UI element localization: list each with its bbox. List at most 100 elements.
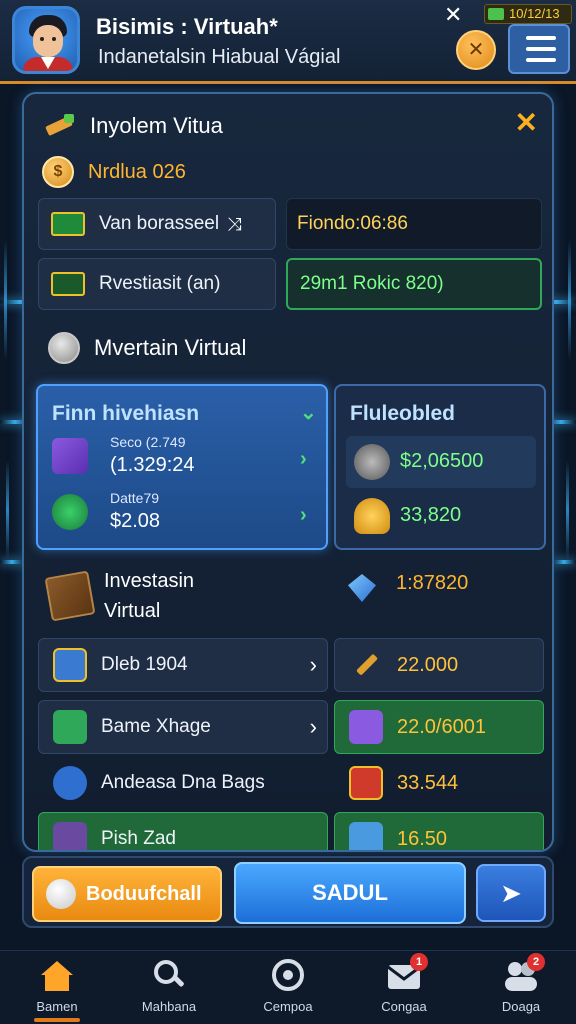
chevron-right-icon[interactable]: › [300, 448, 307, 471]
portfolio-card[interactable]: Fluleobled $2,06500 33,820 [334, 384, 546, 550]
row2-right-value: 29m1 Rokic 820) [300, 273, 444, 294]
coin-row: $ Nrdlua 026 [42, 156, 186, 188]
card-item2-label: Datte79 [110, 490, 160, 506]
chevron-right-icon: › [309, 652, 317, 677]
notification-badge: 2 [527, 953, 545, 971]
hamburger-icon [526, 36, 556, 40]
user-icon [53, 710, 87, 744]
card-item1-label: Seco (2.749 [110, 434, 186, 450]
tag-icon [349, 822, 383, 850]
row2-left-label: Rvestiasit (an) [99, 273, 221, 294]
shuffle-icon: ⤨ [227, 213, 242, 234]
portfolio-value-2: 33,820 [400, 504, 462, 526]
gift-icon [53, 822, 87, 850]
invest-header: Investasin Virtual [44, 566, 195, 626]
invest-title-line2: Virtual [104, 600, 161, 622]
header-close-icon[interactable]: ✕ [444, 2, 462, 28]
portfolio-row-2[interactable]: 33,820 [346, 490, 536, 542]
card-icon [51, 212, 85, 236]
tab-mail[interactable]: 1 Congaa [349, 953, 459, 1014]
mail-icon: 1 [384, 953, 428, 993]
notification-badge: 1 [410, 953, 428, 971]
gem-icon [348, 574, 376, 602]
list-value-box: 16.50 [334, 812, 544, 850]
coin-label: Nrdlua 026 [88, 160, 186, 183]
search-icon [149, 957, 189, 993]
bag-icon [354, 498, 390, 534]
portfolio-row-1[interactable]: $2,06500 [346, 436, 536, 488]
app-title: Bisimis : Virtuah* [96, 14, 278, 39]
secondary-action-button[interactable]: Boduufchall [32, 866, 222, 922]
tab-label: Doaga [501, 999, 541, 1014]
compass-icon [268, 957, 308, 993]
investment-card-title: Finn hivehiasn [52, 402, 200, 425]
book-icon [44, 570, 96, 622]
panel-title: Inyolem Vitua [90, 113, 223, 138]
card-item2-value: $2.08 [110, 510, 161, 532]
list-item-label: Bame Xhage [101, 716, 211, 737]
gavel-icon [53, 648, 87, 682]
list-item[interactable]: Bame Xhage › [38, 700, 328, 754]
list-item-label: Andeasa Dna Bags [101, 772, 265, 793]
list-item[interactable]: Dleb 1904 › [38, 638, 328, 692]
section-header: Mvertain Virtual [48, 332, 246, 364]
tab-compass[interactable]: Cempoa [233, 957, 343, 1014]
receipt-icon [51, 272, 85, 296]
row2-right-box: 29m1 Rokic 820) [286, 258, 542, 310]
chart-icon [349, 766, 383, 800]
chevron-right-icon: › [309, 714, 317, 739]
tab-search[interactable]: Mahbana [114, 957, 224, 1014]
portfolio-card-title: Fluleobled [350, 402, 455, 425]
chevron-right-icon[interactable]: › [300, 504, 307, 527]
row2-left-box[interactable]: Rvestiasit (an) [38, 258, 276, 310]
globe-icon [48, 332, 80, 364]
row1-right-box: Fiondo:06:86 [286, 198, 542, 250]
list-value-box: 22.000 [334, 638, 544, 692]
list-item-label: Dleb 1904 [101, 654, 188, 675]
tab-label: Mahbana [141, 999, 197, 1014]
send-icon: ➤ [500, 878, 522, 908]
tab-label: Bamen [36, 999, 78, 1014]
coin-icon: $ [42, 156, 74, 188]
tab-home[interactable]: Bamen [2, 957, 112, 1022]
document-icon [349, 710, 383, 744]
row1-right-value: Fiondo:06:86 [297, 213, 408, 234]
list-item[interactable]: Pish Zad [38, 812, 328, 850]
row1-left-box[interactable]: Van borasseel ⤨ [38, 198, 276, 250]
main-panel: Inyolem Vitua ✕ $ Nrdlua 026 Van borasse… [22, 92, 554, 852]
panel-header: Inyolem Vitua [42, 108, 223, 144]
panel-close-button[interactable]: ✕ [515, 106, 538, 139]
list-item-value: 22.0/6001 [397, 715, 486, 738]
list-item-value: 22.000 [397, 653, 459, 676]
avatar[interactable] [12, 6, 80, 74]
top-header: Bisimis : Virtuah* Indanetalsin Hiabual … [0, 0, 576, 84]
list-value-box: 22.0/6001 [334, 700, 544, 754]
compass-icon: ✕ [467, 39, 485, 61]
list-item-label: Pish Zad [101, 828, 176, 849]
portfolio-value-1: $2,06500 [400, 450, 484, 472]
globe-icon [354, 444, 390, 480]
compass-button[interactable]: ✕ [456, 30, 496, 70]
wrench-icon [45, 114, 74, 136]
bottom-tab-bar: Bamen Mahbana Cempoa 1 Congaa 2 Doaga [0, 950, 576, 1024]
secondary-action-label: Boduufchall [86, 882, 202, 905]
list-item-value: 16.50 [397, 827, 448, 850]
send-button[interactable]: ➤ [476, 864, 546, 922]
list-item-value: 33.544 [397, 771, 459, 794]
money-icon [52, 494, 88, 530]
invest-title-line1: Investasin [104, 570, 195, 592]
home-icon [37, 957, 77, 993]
list-item[interactable]: Andeasa Dna Bags [38, 756, 328, 810]
card-item1-value: (1.329:24 [110, 454, 195, 476]
section-title: Mvertain Virtual [94, 335, 247, 360]
tab-people[interactable]: 2 Doaga [466, 953, 576, 1014]
chevron-down-icon[interactable]: ⌄ [300, 400, 317, 425]
menu-button[interactable] [508, 24, 570, 74]
app-subtitle: Indanetalsin Hiabual Vágial [98, 46, 341, 68]
battery-indicator: 10/12/13 [484, 4, 572, 24]
ball-icon [46, 879, 76, 909]
list-value-box: 33.544 [334, 756, 544, 810]
investment-card[interactable]: Finn hivehiasn ⌄ Seco (2.749 (1.329:24 ›… [36, 384, 328, 550]
action-bar: Boduufchall SADUL ➤ [22, 856, 554, 928]
primary-action-button[interactable]: SADUL [234, 862, 466, 924]
